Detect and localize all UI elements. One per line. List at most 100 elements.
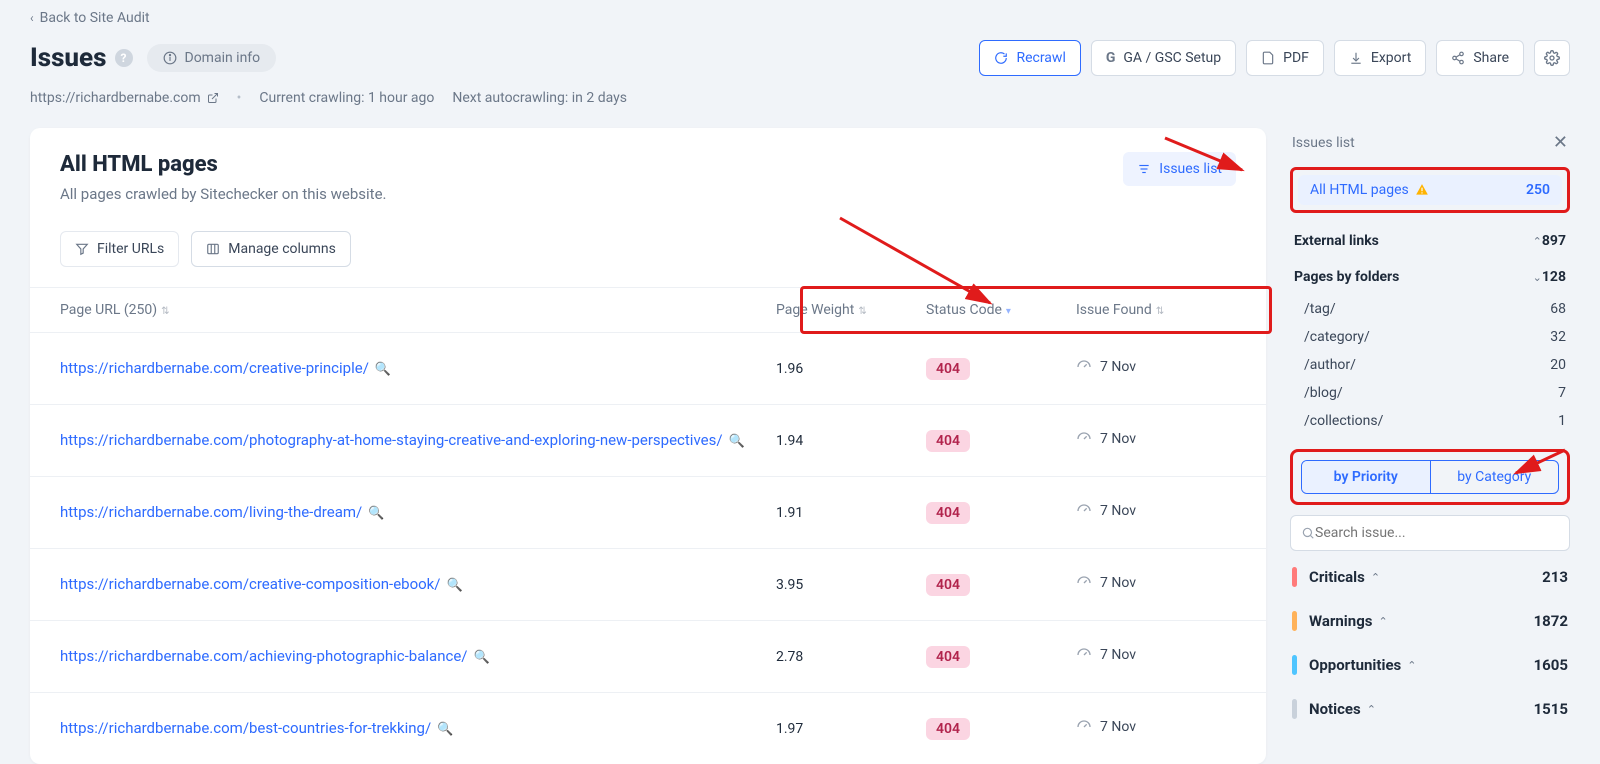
category-item[interactable]: Criticals⌃213	[1290, 559, 1570, 595]
sidebar-item-all-html-pages[interactable]: All HTML pages 250	[1298, 175, 1562, 205]
folder-label: /author/	[1304, 357, 1356, 373]
page-url-link[interactable]: https://richardbernabe.com/photography-a…	[60, 431, 723, 449]
column-status-label: Status Code	[926, 302, 1002, 318]
search-issue-input[interactable]	[1315, 525, 1559, 541]
folder-count: 68	[1550, 301, 1566, 317]
column-status-code[interactable]: Status Code ▾	[926, 302, 1076, 318]
funnel-icon	[75, 242, 89, 256]
tab-by-priority[interactable]: by Priority	[1302, 461, 1430, 493]
close-sidebar-button[interactable]: ✕	[1553, 132, 1568, 153]
inspect-icon[interactable]: 🔍	[729, 434, 745, 449]
table-row[interactable]: https://richardbernabe.com/photography-a…	[30, 404, 1266, 476]
category-item[interactable]: Warnings⌃1872	[1290, 603, 1570, 639]
columns-icon	[206, 242, 220, 256]
folder-item[interactable]: /tag/68	[1300, 295, 1570, 323]
column-issue-found[interactable]: Issue Found⇅	[1076, 302, 1236, 318]
inspect-icon[interactable]: 🔍	[446, 578, 462, 593]
page-weight-cell: 1.96	[776, 361, 926, 377]
column-page-weight[interactable]: Page Weight⇅	[776, 302, 926, 318]
sidebar-title: Issues list	[1292, 135, 1355, 151]
folder-item[interactable]: /author/20	[1300, 351, 1570, 379]
pages-by-folders-label: Pages by folders	[1294, 269, 1527, 285]
table-row[interactable]: https://richardbernabe.com/best-countrie…	[30, 692, 1266, 764]
category-label: Criticals	[1309, 568, 1365, 586]
status-code-badge: 404	[926, 718, 970, 740]
manage-columns-button[interactable]: Manage columns	[191, 231, 351, 267]
folder-item[interactable]: /category/32	[1300, 323, 1570, 351]
category-item[interactable]: Notices⌃1515	[1290, 691, 1570, 727]
table-row[interactable]: https://richardbernabe.com/creative-prin…	[30, 332, 1266, 404]
ga-gsc-button[interactable]: G GA / GSC Setup	[1091, 40, 1236, 76]
folder-item[interactable]: /blog/7	[1300, 379, 1570, 407]
sort-desc-icon: ▾	[1006, 306, 1009, 317]
recrawl-button[interactable]: Recrawl	[979, 40, 1080, 76]
page-url-link[interactable]: https://richardbernabe.com/living-the-dr…	[60, 503, 362, 521]
settings-button[interactable]	[1534, 40, 1570, 76]
sidebar-item-pages-by-folders[interactable]: Pages by folders ⌄ 128	[1290, 259, 1570, 295]
inspect-icon[interactable]: 🔍	[368, 506, 384, 521]
category-item[interactable]: Opportunities ⌃ 1605	[1290, 647, 1570, 683]
pdf-button[interactable]: PDF	[1246, 40, 1324, 76]
chevron-up-icon: ⌃	[1407, 659, 1416, 672]
folder-label: /tag/	[1304, 301, 1336, 317]
page-url-link[interactable]: https://richardbernabe.com/achieving-pho…	[60, 647, 467, 665]
filter-urls-button[interactable]: Filter URLs	[60, 231, 179, 267]
page-weight-cell: 3.95	[776, 577, 926, 593]
gauge-icon	[1076, 647, 1092, 663]
folder-label: /category/	[1304, 329, 1370, 345]
separator-dot: •	[237, 90, 242, 106]
table-header: Page URL (250)⇅ Page Weight⇅ Status Code…	[30, 287, 1266, 332]
site-url-link[interactable]: https://richardbernabe.com	[30, 90, 219, 106]
folder-label: /collections/	[1304, 413, 1383, 429]
inspect-icon[interactable]: 🔍	[437, 722, 453, 737]
sort-icon: ⇅	[161, 306, 167, 317]
issue-found-date: 7 Nov	[1100, 575, 1136, 591]
page-url-link[interactable]: https://richardbernabe.com/best-countrie…	[60, 719, 431, 737]
issues-list-button[interactable]: Issues list	[1123, 152, 1236, 186]
table-row[interactable]: https://richardbernabe.com/creative-comp…	[30, 548, 1266, 620]
share-button[interactable]: Share	[1436, 40, 1524, 76]
folder-count: 1	[1558, 413, 1566, 429]
chevron-left-icon: ‹	[30, 11, 34, 25]
category-color-bar	[1292, 567, 1297, 587]
annotation-highlight-all-html: All HTML pages 250	[1290, 167, 1570, 213]
category-label: Opportunities	[1309, 656, 1401, 674]
column-page-url[interactable]: Page URL (250)⇅	[60, 302, 776, 318]
search-issue-field[interactable]	[1290, 515, 1570, 551]
gauge-icon	[1076, 503, 1092, 519]
help-icon[interactable]: ?	[115, 49, 133, 67]
gear-icon	[1544, 50, 1560, 66]
category-count: 1605	[1534, 656, 1568, 674]
table-row[interactable]: https://richardbernabe.com/achieving-pho…	[30, 620, 1266, 692]
issue-found-date: 7 Nov	[1100, 503, 1136, 519]
inspect-icon[interactable]: 🔍	[375, 362, 391, 377]
chevron-up-icon: ⌃	[1371, 571, 1380, 584]
issues-list-label: Issues list	[1159, 161, 1222, 177]
sidebar-item-external-links[interactable]: External links ⌃ 897	[1290, 223, 1570, 259]
domain-info-chip[interactable]: Domain info	[147, 44, 277, 72]
export-label: Export	[1371, 50, 1411, 66]
inspect-icon[interactable]: 🔍	[473, 650, 489, 665]
category-label: Warnings	[1309, 612, 1372, 630]
priority-category-toggle: by Priority by Category	[1301, 460, 1559, 494]
back-to-site-audit-link[interactable]: ‹ Back to Site Audit	[30, 10, 150, 26]
external-links-label: External links	[1294, 233, 1527, 249]
issue-found-date: 7 Nov	[1100, 647, 1136, 663]
section-description: All pages crawled by Sitechecker on this…	[60, 185, 386, 203]
column-issue-label: Issue Found	[1076, 302, 1152, 318]
table-row[interactable]: https://richardbernabe.com/living-the-dr…	[30, 476, 1266, 548]
all-html-pages-count: 250	[1526, 182, 1550, 198]
page-url-link[interactable]: https://richardbernabe.com/creative-comp…	[60, 575, 440, 593]
page-url-link[interactable]: https://richardbernabe.com/creative-prin…	[60, 359, 369, 377]
folder-item[interactable]: /collections/1	[1300, 407, 1570, 435]
sort-icon: ⇅	[858, 306, 864, 317]
domain-info-label: Domain info	[185, 50, 261, 66]
page-weight-cell: 2.78	[776, 649, 926, 665]
share-icon	[1451, 51, 1465, 65]
category-label: Notices	[1309, 700, 1361, 718]
gauge-icon	[1076, 719, 1092, 735]
list-icon	[1137, 162, 1151, 176]
folder-count: 20	[1550, 357, 1566, 373]
tab-by-category[interactable]: by Category	[1430, 461, 1559, 493]
export-button[interactable]: Export	[1334, 40, 1426, 76]
